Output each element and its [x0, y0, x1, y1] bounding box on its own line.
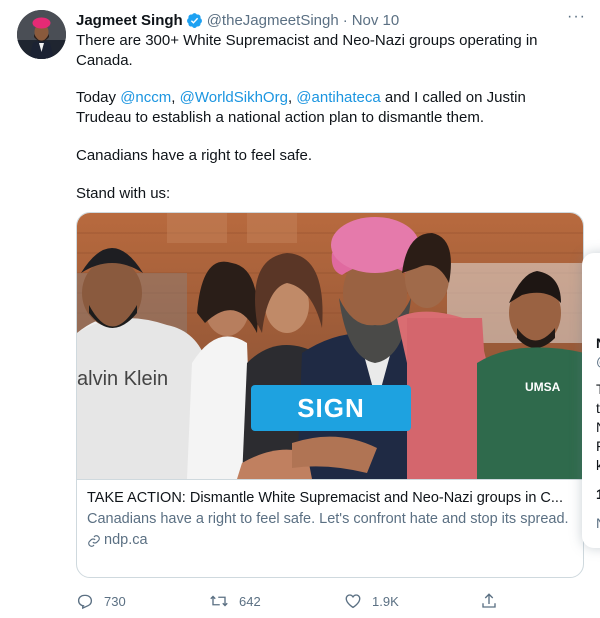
- popup-fragment: N: [596, 335, 600, 351]
- tweet-actions: 730 642 1.9K: [76, 591, 506, 611]
- author-name[interactable]: Jagmeet Singh: [76, 12, 183, 29]
- like-button[interactable]: 1.9K: [344, 592, 399, 610]
- heart-icon: [345, 594, 361, 609]
- tweet-line-3: Canadians have a right to feel safe.: [76, 147, 312, 164]
- tweet-line-4: Stand with us:: [76, 185, 171, 202]
- author-handle[interactable]: @theJagmeetSingh: [207, 12, 339, 29]
- tweet-date[interactable]: Nov 10: [352, 12, 400, 29]
- svg-text:UMSA: UMSA: [525, 380, 561, 394]
- popup-fragment: k: [596, 457, 600, 473]
- share-button[interactable]: [480, 592, 508, 610]
- mention-worldsikhorg[interactable]: @WorldSikhOrg: [180, 89, 288, 106]
- link-card[interactable]: alvin Klein UMSA SIGN TAKE ACTION: Disma…: [76, 212, 584, 578]
- card-domain-text: ndp.ca: [104, 532, 148, 548]
- popup-fragment: N: [596, 419, 600, 435]
- retweet-button[interactable]: 642: [209, 592, 261, 610]
- card-title[interactable]: TAKE ACTION: Dismantle White Supremacist…: [87, 489, 575, 508]
- card-image[interactable]: alvin Klein UMSA SIGN: [77, 213, 583, 479]
- popup-fragment: T: [596, 381, 600, 397]
- retweet-icon: [210, 595, 228, 607]
- shirt-text: alvin Klein: [77, 368, 168, 390]
- retweet-count: 642: [239, 593, 261, 609]
- card-body[interactable]: TAKE ACTION: Dismantle White Supremacist…: [77, 479, 583, 577]
- more-options-icon[interactable]: ···: [567, 8, 586, 26]
- popup-fragment: t: [596, 400, 600, 416]
- tweet-line-2: Today @nccm, @WorldSikhOrg, @antihateca …: [76, 88, 546, 127]
- mention-antihateca[interactable]: @antihateca: [296, 89, 380, 106]
- popup-fragment: 1: [596, 486, 600, 502]
- reply-button[interactable]: 730: [76, 592, 126, 610]
- popup-fragment: N: [596, 515, 600, 531]
- mention-separator: ,: [171, 89, 180, 106]
- like-count: 1.9K: [372, 593, 399, 609]
- hover-card-popup[interactable]: N @ T t N F k 1 N: [582, 253, 600, 548]
- mention-nccm[interactable]: @nccm: [120, 89, 171, 106]
- share-icon: [482, 593, 496, 608]
- reply-icon: [77, 594, 93, 610]
- card-description: Canadians have a right to feel safe. Let…: [87, 511, 569, 527]
- popup-fragment: @: [596, 353, 600, 369]
- card-domain[interactable]: ndp.ca: [87, 531, 575, 550]
- popup-fragment: F: [596, 438, 600, 454]
- link-icon: [88, 534, 100, 547]
- tweet-line-2-prefix: Today: [76, 89, 121, 106]
- tweet: Jagmeet Singh @theJagmeetSingh · Nov 10 …: [0, 0, 600, 618]
- tweet-line-1: There are 300+ White Supremacist and Neo…: [76, 32, 538, 69]
- reply-count: 730: [104, 593, 126, 609]
- tweet-header: Jagmeet Singh @theJagmeetSingh · Nov 10: [76, 10, 399, 30]
- separator-dot: ·: [342, 11, 348, 29]
- avatar[interactable]: [17, 10, 66, 59]
- verified-badge-icon: [186, 12, 203, 29]
- sign-button[interactable]: SIGN: [251, 385, 411, 431]
